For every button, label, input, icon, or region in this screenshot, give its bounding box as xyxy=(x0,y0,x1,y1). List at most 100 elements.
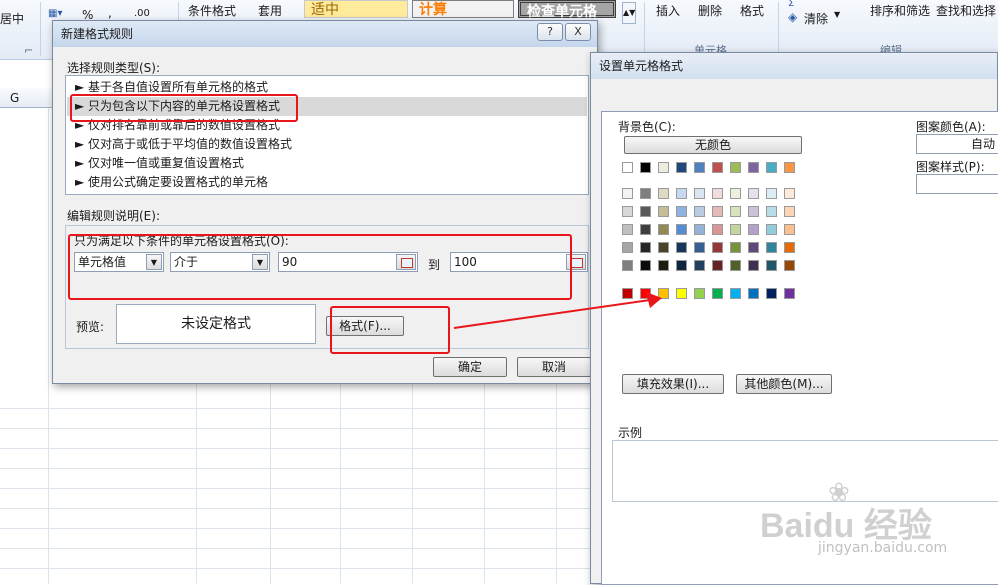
color-swatch[interactable] xyxy=(712,188,723,199)
color-swatch[interactable] xyxy=(730,260,741,271)
color-swatch[interactable] xyxy=(748,188,759,199)
color-swatch[interactable] xyxy=(640,224,651,235)
conditional-format-button[interactable]: 条件格式 xyxy=(188,2,236,19)
color-swatch[interactable] xyxy=(748,224,759,235)
color-swatch[interactable] xyxy=(694,206,705,217)
color-swatch[interactable] xyxy=(730,162,741,173)
color-swatch[interactable] xyxy=(640,260,651,271)
color-swatch[interactable] xyxy=(658,188,669,199)
cancel-button[interactable]: 取消 xyxy=(517,357,591,377)
color-swatch[interactable] xyxy=(694,188,705,199)
close-button[interactable]: X xyxy=(565,23,591,41)
comma-button[interactable]: , xyxy=(108,6,112,20)
increase-decimal-button[interactable]: .00 xyxy=(134,8,150,19)
styles-scroll-icon[interactable]: ▲▼ xyxy=(622,2,636,24)
dialog-title[interactable]: 设置单元格格式 xyxy=(591,53,997,79)
find-select-button[interactable]: 查找和选择 xyxy=(936,2,996,19)
color-swatch[interactable] xyxy=(748,242,759,253)
color-swatch[interactable] xyxy=(622,224,633,235)
sum-icon[interactable]: Σ xyxy=(788,0,794,9)
color-swatch[interactable] xyxy=(622,260,633,271)
dialog-title[interactable]: 新建格式规则 xyxy=(53,21,597,47)
color-swatch[interactable] xyxy=(784,242,795,253)
color-swatch[interactable] xyxy=(694,162,705,173)
color-swatch[interactable] xyxy=(658,206,669,217)
style-check-cell[interactable]: 检查单元格 xyxy=(518,0,616,20)
color-swatch[interactable] xyxy=(712,162,723,173)
color-swatch[interactable] xyxy=(640,162,651,173)
color-swatch[interactable] xyxy=(640,206,651,217)
color-swatch[interactable] xyxy=(784,162,795,173)
color-swatch[interactable] xyxy=(676,288,687,299)
color-swatch[interactable] xyxy=(766,242,777,253)
color-swatch[interactable] xyxy=(622,242,633,253)
color-swatch[interactable] xyxy=(622,206,633,217)
color-swatch[interactable] xyxy=(676,206,687,217)
color-swatch[interactable] xyxy=(784,206,795,217)
color-swatch[interactable] xyxy=(766,206,777,217)
color-swatch[interactable] xyxy=(766,224,777,235)
color-swatch[interactable] xyxy=(730,224,741,235)
color-swatch[interactable] xyxy=(640,188,651,199)
color-swatch[interactable] xyxy=(712,206,723,217)
color-swatch[interactable] xyxy=(676,260,687,271)
delete-button[interactable]: 删除 xyxy=(698,2,722,19)
chevron-down-icon[interactable]: ▼ xyxy=(834,10,840,19)
accounting-format-icon[interactable]: ▦▾ xyxy=(48,8,62,19)
more-colors-button[interactable]: 其他颜色(M)... xyxy=(736,374,832,394)
color-swatch[interactable] xyxy=(766,260,777,271)
color-swatch[interactable] xyxy=(658,224,669,235)
ok-button[interactable]: 确定 xyxy=(433,357,507,377)
format-as-table-button[interactable]: 套用 xyxy=(258,2,282,19)
color-swatch[interactable] xyxy=(622,162,633,173)
color-swatch[interactable] xyxy=(784,224,795,235)
color-swatch[interactable] xyxy=(730,206,741,217)
color-swatch[interactable] xyxy=(622,188,633,199)
color-swatch[interactable] xyxy=(748,260,759,271)
help-button[interactable]: ? xyxy=(537,23,563,41)
color-swatch[interactable] xyxy=(712,224,723,235)
color-swatch[interactable] xyxy=(730,242,741,253)
rule-type-item[interactable]: ► 使用公式确定要设置格式的单元格 xyxy=(67,173,587,192)
color-swatch[interactable] xyxy=(712,260,723,271)
color-swatch[interactable] xyxy=(676,188,687,199)
pattern-color-select[interactable]: 自动 xyxy=(916,134,998,154)
color-swatch[interactable] xyxy=(730,288,741,299)
no-color-button[interactable]: 无颜色 xyxy=(624,136,802,154)
color-swatch[interactable] xyxy=(784,260,795,271)
color-swatch[interactable] xyxy=(748,206,759,217)
fill-effects-button[interactable]: 填充效果(I)... xyxy=(622,374,724,394)
color-swatch[interactable] xyxy=(694,242,705,253)
insert-button[interactable]: 插入 xyxy=(656,2,680,19)
color-swatch[interactable] xyxy=(658,260,669,271)
color-swatch[interactable] xyxy=(640,242,651,253)
color-swatch[interactable] xyxy=(784,188,795,199)
dialog-launcher-icon[interactable]: ⌐ xyxy=(24,44,33,57)
rule-type-list[interactable]: ► 基于各自值设置所有单元格的格式 ► 只为包含以下内容的单元格设置格式 ► 仅… xyxy=(65,75,589,195)
color-swatch[interactable] xyxy=(676,224,687,235)
color-swatch[interactable] xyxy=(676,242,687,253)
merge-center-button[interactable]: 居中 xyxy=(0,10,24,27)
pattern-style-select[interactable] xyxy=(916,174,998,194)
color-swatch[interactable] xyxy=(658,162,669,173)
color-swatch[interactable] xyxy=(766,288,777,299)
color-swatch[interactable] xyxy=(712,288,723,299)
color-swatch[interactable] xyxy=(694,288,705,299)
color-swatch[interactable] xyxy=(730,188,741,199)
format-button[interactable]: 格式 xyxy=(740,2,764,19)
style-neutral[interactable]: 适中 xyxy=(304,0,408,18)
color-swatch[interactable] xyxy=(748,288,759,299)
sort-filter-button[interactable]: 排序和筛选 xyxy=(870,2,930,19)
clear-button[interactable]: 清除 xyxy=(804,10,828,27)
color-swatch[interactable] xyxy=(658,242,669,253)
color-swatch[interactable] xyxy=(676,162,687,173)
column-g-label[interactable]: G xyxy=(10,91,19,105)
color-swatch[interactable] xyxy=(766,188,777,199)
color-swatch[interactable] xyxy=(766,162,777,173)
rule-type-item[interactable]: ► 仅对唯一值或重复值设置格式 xyxy=(67,154,587,173)
rule-type-item[interactable]: ► 仅对高于或低于平均值的数值设置格式 xyxy=(67,135,587,154)
color-swatch[interactable] xyxy=(784,288,795,299)
color-swatch[interactable] xyxy=(694,260,705,271)
style-calculation[interactable]: 计算 xyxy=(412,0,514,18)
color-swatch[interactable] xyxy=(694,224,705,235)
